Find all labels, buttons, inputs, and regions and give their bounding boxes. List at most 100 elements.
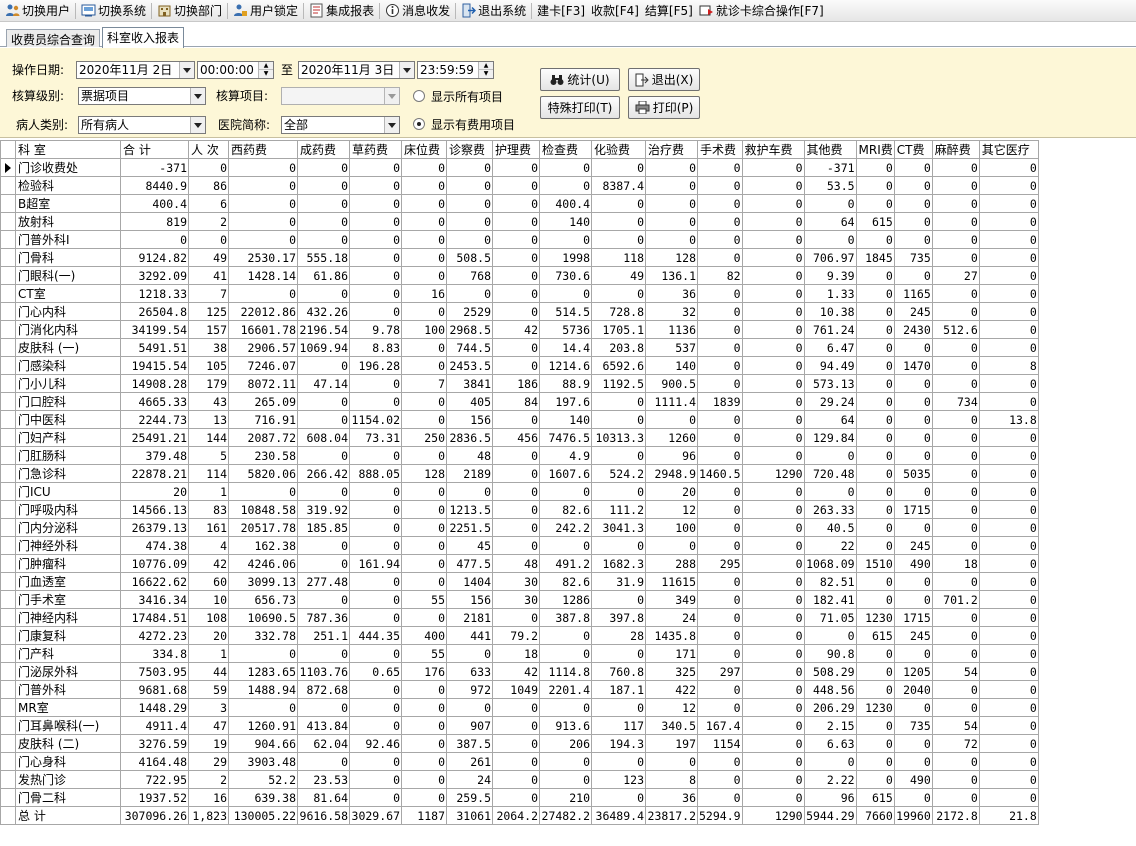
amount-cell[interactable]: 0 [742, 644, 805, 663]
amount-cell[interactable]: 40.5 [804, 518, 857, 537]
department-cell[interactable]: 门肿瘤科 [15, 554, 121, 573]
amount-cell[interactable]: 0 [349, 446, 402, 465]
end-time-field[interactable]: 23:59:59 ▲ ▼ [417, 61, 494, 79]
department-cell[interactable]: 门骨二科 [15, 788, 121, 807]
amount-cell[interactable]: 319.92 [297, 500, 350, 519]
amount-cell[interactable]: 29.24 [804, 392, 857, 411]
amount-cell[interactable]: 0 [979, 716, 1039, 735]
amount-cell[interactable]: 1845 [856, 248, 895, 267]
spin-up-icon[interactable]: ▲ [259, 62, 273, 70]
amount-cell[interactable]: 0 [932, 608, 980, 627]
amount-cell[interactable]: 0 [856, 158, 895, 177]
amount-cell[interactable]: 448.56 [804, 680, 857, 699]
amount-cell[interactable]: 55 [401, 590, 447, 609]
amount-cell[interactable]: 7 [401, 374, 447, 393]
amount-cell[interactable]: 4.9 [539, 446, 592, 465]
amount-cell[interactable]: 26504.8 [120, 302, 189, 321]
amount-cell[interactable]: 0 [742, 356, 805, 375]
row-indicator[interactable] [0, 158, 16, 177]
amount-cell[interactable]: 0 [742, 554, 805, 573]
table-row[interactable]: 门肛肠科 379.48 5 230.58 0 0 0 48 0 4.9 0 96 0 0 0 0 0 0 0 [0, 446, 1039, 465]
amount-cell[interactable]: 325 [645, 662, 698, 681]
amount-cell[interactable]: 0 [297, 392, 350, 411]
amount-cell[interactable]: 64 [804, 212, 857, 231]
amount-cell[interactable]: 0 [297, 698, 350, 717]
amount-cell[interactable]: 0 [856, 302, 895, 321]
amount-cell[interactable]: 0 [856, 572, 895, 591]
amount-cell[interactable]: 0 [228, 212, 298, 231]
department-cell[interactable]: 门普外科Ⅰ [15, 230, 121, 249]
amount-cell[interactable]: 0 [856, 176, 895, 195]
amount-cell[interactable]: 0 [697, 230, 743, 249]
table-row[interactable]: 门血透室 16622.62 60 3099.13 277.48 0 0 1404 30 82.6 3… [0, 572, 1039, 591]
amount-cell[interactable]: 0 [742, 788, 805, 807]
amount-cell[interactable]: 0 [120, 230, 189, 249]
amount-cell[interactable]: 0 [591, 752, 646, 771]
amount-cell[interactable]: 633 [446, 662, 493, 681]
amount-cell[interactable]: 0 [401, 410, 447, 429]
amount-cell[interactable]: 0 [591, 158, 646, 177]
department-cell[interactable]: 门眼科(一) [15, 266, 121, 285]
amount-cell[interactable]: 7246.07 [228, 356, 298, 375]
amount-cell[interactable]: 0 [591, 410, 646, 429]
row-indicator[interactable] [0, 680, 16, 699]
amount-cell[interactable]: 179 [188, 374, 229, 393]
toolbar-exit-system[interactable]: 退出系统 [458, 1, 529, 21]
amount-cell[interactable]: 82 [697, 266, 743, 285]
amount-cell[interactable]: 0 [856, 734, 895, 753]
amount-cell[interactable]: 140 [645, 356, 698, 375]
amount-cell[interactable]: 0 [697, 158, 743, 177]
amount-cell[interactable]: 0 [697, 626, 743, 645]
amount-cell[interactable]: 0 [697, 320, 743, 339]
amount-cell[interactable]: 0 [349, 680, 402, 699]
table-row[interactable]: 门小儿科 14908.28 179 8072.11 47.14 0 7 3841 186 88.9… [0, 374, 1039, 393]
amount-cell[interactable]: 49 [188, 248, 229, 267]
table-row[interactable]: CT室 1218.33 7 0 0 0 16 0 0 0 0 36 0 0 1.33 0 1165 0 0 [0, 284, 1039, 303]
amount-cell[interactable]: 0 [742, 770, 805, 789]
amount-cell[interactable]: 19415.54 [120, 356, 189, 375]
amount-cell[interactable]: 2906.57 [228, 338, 298, 357]
amount-cell[interactable]: 16601.78 [228, 320, 298, 339]
amount-cell[interactable]: 0 [697, 698, 743, 717]
amount-cell[interactable]: 0 [446, 176, 493, 195]
amount-cell[interactable]: 263.33 [804, 500, 857, 519]
amount-cell[interactable]: 0 [228, 158, 298, 177]
amount-cell[interactable]: 0 [894, 590, 933, 609]
amount-cell[interactable]: 0 [856, 446, 895, 465]
amount-cell[interactable]: 2251.5 [446, 518, 493, 537]
amount-cell[interactable]: 48 [446, 446, 493, 465]
amount-cell[interactable]: 0 [932, 428, 980, 447]
amount-cell[interactable]: 36 [645, 284, 698, 303]
amount-cell[interactable]: 0 [742, 734, 805, 753]
amount-cell[interactable]: 0 [979, 266, 1039, 285]
amount-cell[interactable]: 0 [349, 590, 402, 609]
amount-cell[interactable]: 0 [742, 302, 805, 321]
amount-cell[interactable]: 23817.2 [645, 806, 698, 825]
amount-cell[interactable]: 60 [188, 572, 229, 591]
amount-cell[interactable]: 0 [401, 698, 447, 717]
amount-cell[interactable]: 0 [297, 284, 350, 303]
department-cell[interactable]: 门骨科 [15, 248, 121, 267]
amount-cell[interactable]: 19 [188, 734, 229, 753]
amount-cell[interactable]: 20517.78 [228, 518, 298, 537]
amount-cell[interactable]: 29 [188, 752, 229, 771]
amount-cell[interactable]: 0 [697, 788, 743, 807]
amount-cell[interactable]: 0 [697, 752, 743, 771]
table-row[interactable]: 门泌尿外科 7503.95 44 1283.65 1103.76 0.65 176 633 42… [0, 662, 1039, 681]
amount-cell[interactable]: 0 [539, 698, 592, 717]
amount-cell[interactable]: 1435.8 [645, 626, 698, 645]
amount-cell[interactable]: 3276.59 [120, 734, 189, 753]
amount-cell[interactable]: 0 [188, 230, 229, 249]
amount-cell[interactable]: 0 [742, 446, 805, 465]
amount-cell[interactable]: 0 [492, 734, 540, 753]
amount-cell[interactable]: 1682.3 [591, 554, 646, 573]
amount-cell[interactable]: 2.15 [804, 716, 857, 735]
amount-cell[interactable]: 1230 [856, 608, 895, 627]
row-indicator[interactable] [0, 374, 16, 393]
amount-cell[interactable]: 0 [401, 752, 447, 771]
amount-cell[interactable]: 0 [401, 212, 447, 231]
amount-cell[interactable]: 1705.1 [591, 320, 646, 339]
amount-cell[interactable]: 0 [349, 518, 402, 537]
amount-cell[interactable]: 819 [120, 212, 189, 231]
amount-cell[interactable]: 2453.5 [446, 356, 493, 375]
